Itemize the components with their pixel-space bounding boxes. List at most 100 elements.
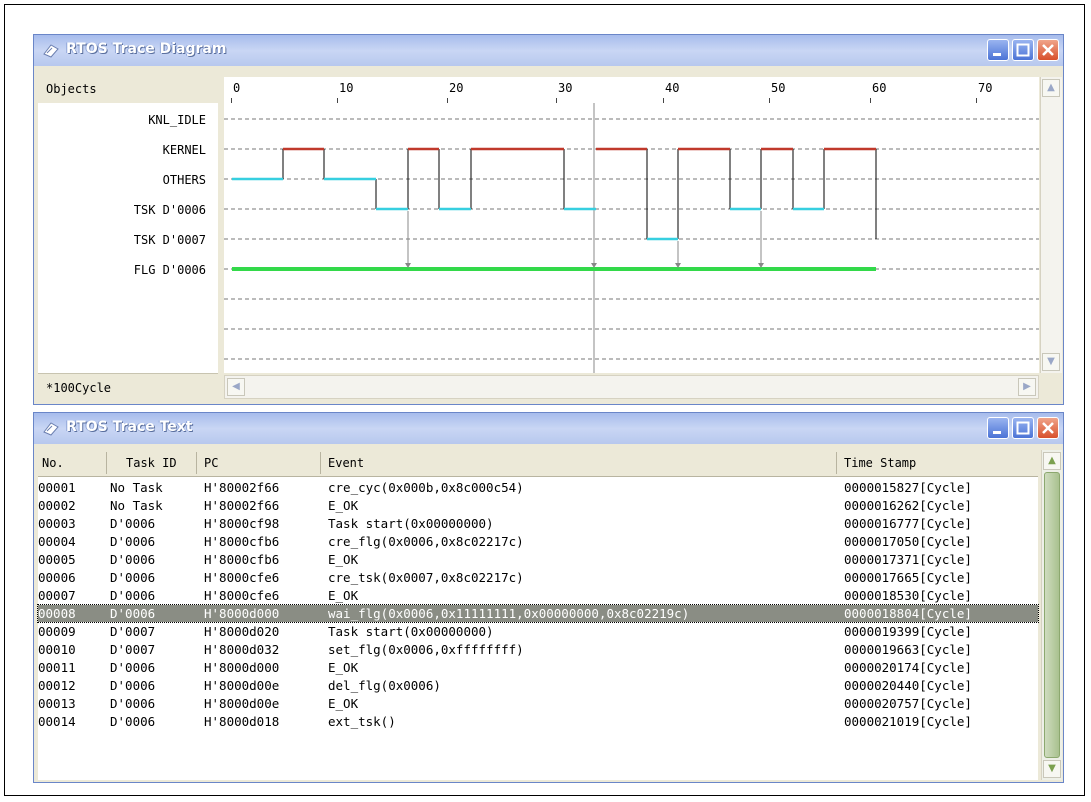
column-separator[interactable] bbox=[836, 452, 837, 474]
event-cell: cre_cyc(0x000b,0x8c000c54) bbox=[328, 480, 524, 495]
table-row[interactable]: 00011 D'0006 H'8000d000 E_OK 0000020174[Cycl… bbox=[38, 659, 1038, 676]
task-id-cell: D'0006 bbox=[110, 606, 156, 621]
event-cell: cre_flg(0x0006,0x8c02217c) bbox=[328, 534, 524, 549]
object-label[interactable]: KERNEL bbox=[163, 143, 206, 157]
scroll-down-button[interactable]: ▼ bbox=[1042, 353, 1060, 371]
row-guides bbox=[224, 118, 1039, 360]
column-separator[interactable] bbox=[196, 452, 197, 474]
diagram-horizontal-scrollbar[interactable]: ◀ ▶ bbox=[224, 375, 1039, 399]
program-counter-cell: H'8000d00e bbox=[204, 696, 280, 711]
column-header-event[interactable]: Event bbox=[328, 456, 364, 470]
window-app-icon bbox=[43, 422, 59, 436]
time-stamp-cell: 0000019399[Cycle] bbox=[844, 624, 972, 639]
task-id-cell: D'0006 bbox=[110, 660, 156, 675]
objects-header-label: Objects bbox=[46, 82, 97, 96]
row-number-cell: 00007 bbox=[38, 588, 76, 603]
trace-text-window: RTOS Trace Text No. Task ID PC Event Tim… bbox=[33, 412, 1064, 783]
object-label[interactable]: FLG D'0006 bbox=[134, 263, 206, 277]
event-cell: ext_tsk() bbox=[328, 714, 396, 729]
minimize-button[interactable] bbox=[987, 39, 1009, 61]
window-title: RTOS Trace Text bbox=[66, 419, 193, 435]
window-title: RTOS Trace Diagram bbox=[66, 41, 227, 57]
task-id-cell: D'0006 bbox=[110, 570, 156, 585]
column-separator[interactable] bbox=[106, 452, 107, 474]
time-stamp-cell: 0000017050[Cycle] bbox=[844, 534, 972, 549]
scroll-up-button[interactable]: ▲ bbox=[1042, 79, 1060, 97]
maximize-icon bbox=[1016, 43, 1030, 57]
program-counter-cell: H'8000d000 bbox=[204, 660, 280, 675]
maximize-button[interactable] bbox=[1012, 39, 1034, 61]
table-header: No. Task ID PC Event Time Stamp bbox=[38, 450, 1038, 477]
time-ruler: 0 10 20 30 40 50 60 70 bbox=[224, 77, 1039, 104]
row-number-cell: 00014 bbox=[38, 714, 76, 729]
objects-list: KNL_IDLE KERNEL OTHERS TSK D'0006 TSK D'… bbox=[38, 103, 218, 373]
ruler-tick-label: 20 bbox=[449, 81, 464, 95]
program-counter-cell: H'8000d020 bbox=[204, 624, 280, 639]
row-number-cell: 00004 bbox=[38, 534, 76, 549]
table-row[interactable]: 00007 D'0006 H'8000cfe6 E_OK 0000018530[Cycl… bbox=[38, 587, 1038, 604]
time-stamp-cell: 0000020757[Cycle] bbox=[844, 696, 972, 711]
column-header-task-id[interactable]: Task ID bbox=[126, 456, 177, 470]
close-button[interactable] bbox=[1037, 417, 1059, 439]
scroll-down-button[interactable]: ▼ bbox=[1043, 760, 1061, 778]
table-vertical-scrollbar[interactable]: ▲ ▼ bbox=[1041, 450, 1062, 780]
table-row[interactable]: 00006 D'0006 H'8000cfe6 cre_tsk(0x0007,0x8c… bbox=[38, 569, 1038, 586]
table-row[interactable]: 00009 D'0007 H'8000d020 Task start(0x000000… bbox=[38, 623, 1038, 640]
maximize-icon bbox=[1016, 421, 1030, 435]
program-counter-cell: H'80002f66 bbox=[204, 480, 280, 495]
column-header-pc[interactable]: PC bbox=[204, 456, 218, 470]
table-row[interactable]: 00004 D'0006 H'8000cfb6 cre_flg(0x0006,0x8c… bbox=[38, 533, 1038, 550]
minimize-button[interactable] bbox=[987, 417, 1009, 439]
object-label[interactable]: KNL_IDLE bbox=[148, 113, 206, 127]
scroll-thumb[interactable] bbox=[1044, 472, 1060, 758]
table-row[interactable]: 00001 No Task H'80002f66 cre_cyc(0x000b,0x8… bbox=[38, 479, 1038, 496]
program-counter-cell: H'80002f66 bbox=[204, 498, 280, 513]
cycle-unit-label: *100Cycle bbox=[46, 381, 112, 395]
time-stamp-cell: 0000019663[Cycle] bbox=[844, 642, 972, 657]
column-separator[interactable] bbox=[320, 452, 321, 474]
maximize-button[interactable] bbox=[1012, 417, 1034, 439]
column-header-time-stamp[interactable]: Time Stamp bbox=[844, 456, 916, 470]
scroll-left-button[interactable]: ◀ bbox=[227, 378, 245, 396]
task-id-cell: D'0006 bbox=[110, 696, 156, 711]
scroll-right-button[interactable]: ▶ bbox=[1018, 378, 1036, 396]
table-row[interactable]: 00014 D'0006 H'8000d018 ext_tsk() 0000021019… bbox=[38, 713, 1038, 730]
table-row[interactable]: 00010 D'0007 H'8000d032 set_flg(0x0006,0xff… bbox=[38, 641, 1038, 658]
program-counter-cell: H'8000d000 bbox=[204, 606, 280, 621]
event-cell: E_OK bbox=[328, 552, 359, 567]
title-bar[interactable]: RTOS Trace Diagram bbox=[34, 35, 1063, 66]
task-id-cell: D'0006 bbox=[110, 552, 156, 567]
table-row[interactable]: 00012 D'0006 H'8000d00e del_flg(0x0006) 0000… bbox=[38, 677, 1038, 694]
ruler-tick-label: 10 bbox=[339, 81, 354, 95]
minimize-icon bbox=[993, 431, 1001, 434]
event-cell: E_OK bbox=[328, 660, 359, 675]
table-row[interactable]: 00008 D'0006 H'8000d000 wai_flg(0x0006,0x11… bbox=[37, 604, 1039, 623]
window-app-icon bbox=[43, 44, 59, 58]
event-cell: wai_flg(0x0006,0x11111111,0x00000000,0x8… bbox=[328, 606, 690, 621]
scroll-up-button[interactable]: ▲ bbox=[1043, 452, 1061, 470]
object-label[interactable]: TSK D'0006 bbox=[134, 203, 206, 217]
title-bar[interactable]: RTOS Trace Text bbox=[34, 413, 1063, 444]
event-cell: set_flg(0x0006,0xffffffff) bbox=[328, 642, 524, 657]
table-row[interactable]: 00013 D'0006 H'8000d00e E_OK 0000020757[Cycl… bbox=[38, 695, 1038, 712]
ruler-tick-label: 30 bbox=[558, 81, 573, 95]
close-button[interactable] bbox=[1037, 39, 1059, 61]
object-label[interactable]: TSK D'0007 bbox=[134, 233, 206, 247]
minimize-icon bbox=[993, 53, 1001, 56]
trace-plot-area[interactable] bbox=[224, 103, 1039, 373]
time-stamp-cell: 0000016777[Cycle] bbox=[844, 516, 972, 531]
column-header-no[interactable]: No. bbox=[42, 456, 64, 470]
row-number-cell: 00008 bbox=[38, 606, 76, 621]
trace-diagram-window: RTOS Trace Diagram Objects KNL_IDLE KERN… bbox=[33, 34, 1064, 405]
task-id-cell: D'0006 bbox=[110, 516, 156, 531]
row-number-cell: 00013 bbox=[38, 696, 76, 711]
cycle-unit-footer: *100Cycle bbox=[38, 373, 218, 402]
time-stamp-cell: 0000016262[Cycle] bbox=[844, 498, 972, 513]
diagram-vertical-scrollbar[interactable]: ▲ ▼ bbox=[1040, 77, 1062, 373]
object-label[interactable]: OTHERS bbox=[163, 173, 206, 187]
table-row[interactable]: 00003 D'0006 H'8000cf98 Task start(0x000000… bbox=[38, 515, 1038, 532]
program-counter-cell: H'8000d018 bbox=[204, 714, 280, 729]
table-row[interactable]: 00005 D'0006 H'8000cfb6 E_OK 0000017371[Cycl… bbox=[38, 551, 1038, 568]
close-icon bbox=[1042, 422, 1054, 434]
table-row[interactable]: 00002 No Task H'80002f66 E_OK 0000016262[Cyc… bbox=[38, 497, 1038, 514]
